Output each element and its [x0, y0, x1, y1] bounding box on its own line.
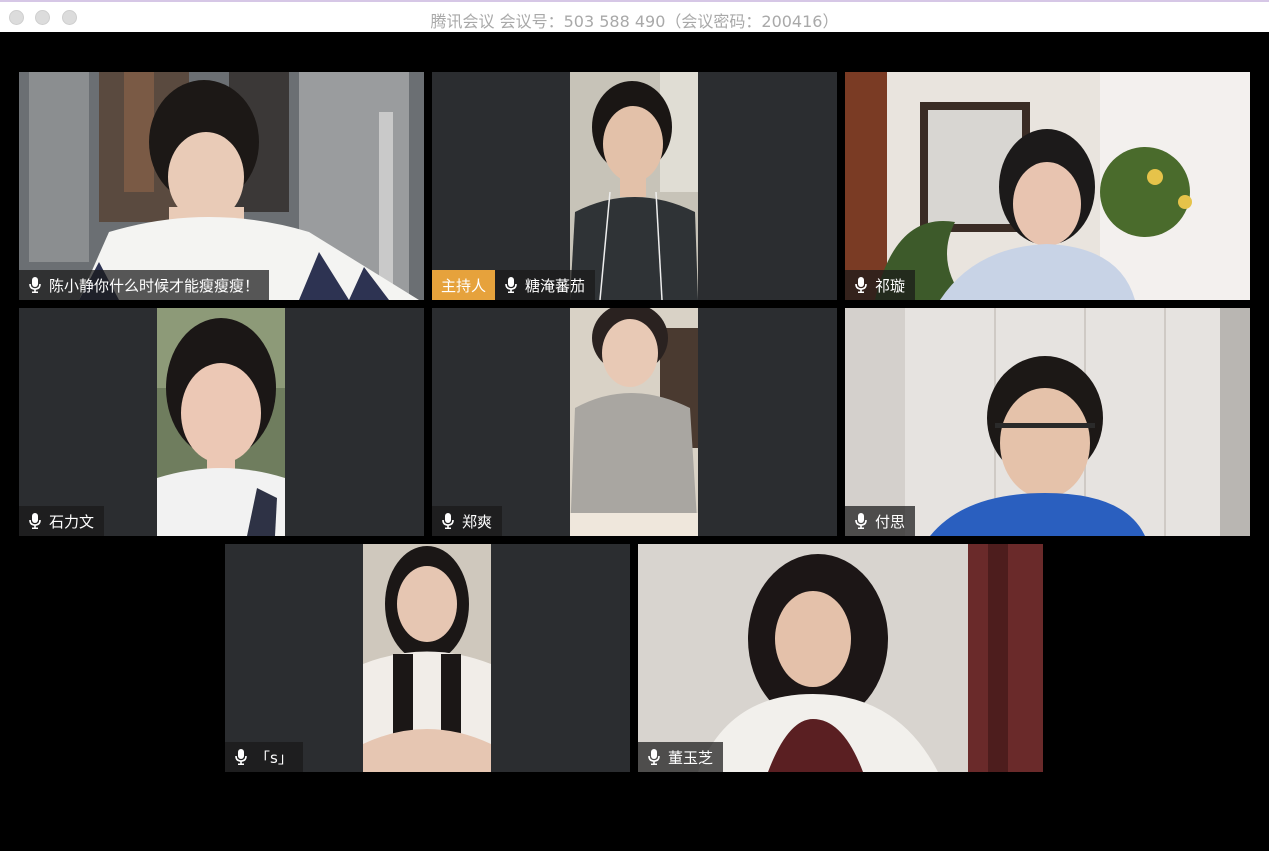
meeting-window: 腾讯会议 会议号：503 588 490（会议密码：200416） 陈小静你什么…	[0, 0, 1269, 851]
participant-name-bar: 祁璇	[845, 270, 916, 300]
participant-video	[570, 72, 698, 300]
participant-name-bar: 「s」	[225, 742, 303, 772]
participant-name-bar: 董玉芝	[638, 742, 724, 772]
participant-tile[interactable]: 郑爽	[432, 308, 837, 536]
participant-video	[19, 72, 424, 300]
participant-name-bar: 石力文	[19, 506, 105, 536]
window-title: 腾讯会议 会议号：503 588 490（会议密码：200416）	[430, 12, 839, 31]
participant-name: 陈小静你什么时候才能瘦瘦瘦！	[49, 276, 260, 295]
participant-name: 董玉芝	[668, 748, 714, 767]
video-grid: 陈小静你什么时候才能瘦瘦瘦！ 主持人 糖淹蕃茄 祁璇 石力文 郑爽 付思 「s」…	[0, 32, 1269, 851]
participant-tile[interactable]: 祁璇	[845, 72, 1250, 300]
participant-video	[845, 308, 1250, 536]
participant-tile[interactable]: 石力文	[19, 308, 424, 536]
participant-tile[interactable]: 「s」	[225, 544, 630, 772]
participant-name-bar: 付思	[845, 506, 916, 536]
title-bar: 腾讯会议 会议号：503 588 490（会议密码：200416）	[0, 0, 1269, 32]
microphone-icon[interactable]	[27, 512, 43, 530]
participant-name: 糖淹蕃茄	[525, 276, 586, 295]
microphone-icon[interactable]	[27, 276, 43, 294]
participant-name: 石力文	[49, 512, 95, 531]
microphone-icon[interactable]	[440, 512, 456, 530]
participant-name-bar: 陈小静你什么时候才能瘦瘦瘦！	[19, 270, 270, 300]
participant-name-bar: 主持人 糖淹蕃茄	[432, 270, 596, 300]
microphone-icon[interactable]	[853, 276, 869, 294]
microphone-icon[interactable]	[853, 512, 869, 530]
microphone-icon[interactable]	[233, 748, 249, 766]
participant-name-bar: 郑爽	[432, 506, 503, 536]
participant-video	[570, 308, 698, 536]
host-badge: 主持人	[432, 270, 496, 300]
participant-tile[interactable]: 付思	[845, 308, 1250, 536]
participant-tile[interactable]: 陈小静你什么时候才能瘦瘦瘦！	[19, 72, 424, 300]
microphone-icon[interactable]	[503, 276, 519, 294]
participant-name: 祁璇	[875, 276, 906, 295]
participant-name: 「s」	[255, 748, 293, 767]
participant-video	[363, 544, 491, 772]
microphone-icon[interactable]	[646, 748, 662, 766]
participant-name: 郑爽	[462, 512, 493, 531]
participant-tile[interactable]: 董玉芝	[638, 544, 1043, 772]
participant-tile[interactable]: 主持人 糖淹蕃茄	[432, 72, 837, 300]
participant-name: 付思	[875, 512, 906, 531]
participant-video	[845, 72, 1250, 300]
participant-video	[157, 308, 285, 536]
participant-video	[638, 544, 1043, 772]
